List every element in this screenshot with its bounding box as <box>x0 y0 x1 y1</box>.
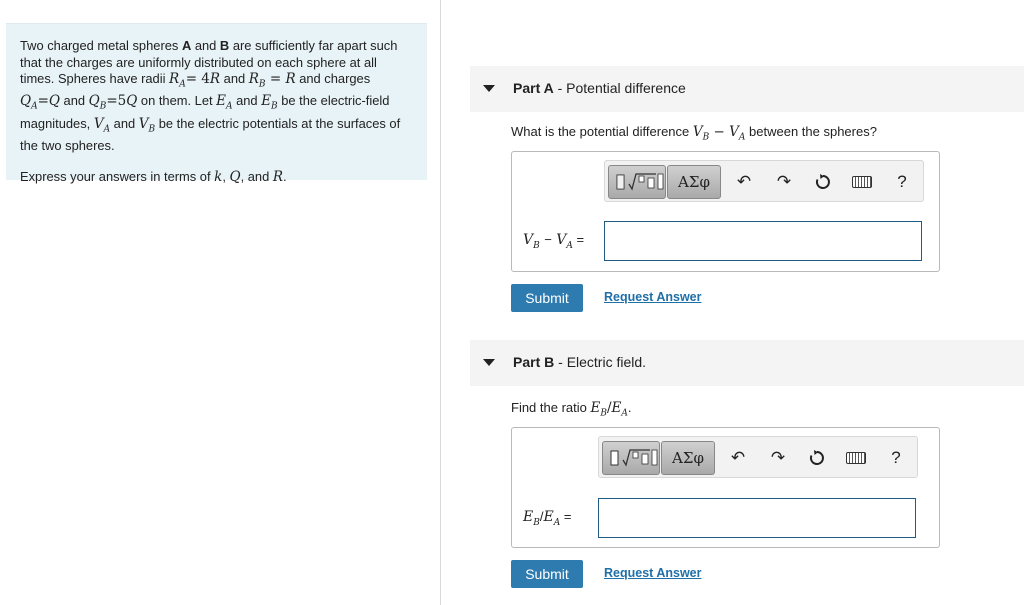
keyboard-icon[interactable] <box>852 176 872 188</box>
problem-text: Two charged metal spheres A and B are su… <box>20 38 401 154</box>
templates-icon <box>616 173 664 191</box>
keyboard-icon[interactable] <box>846 452 866 464</box>
collapse-triangle-icon[interactable] <box>483 85 495 92</box>
templates-button[interactable] <box>608 165 666 199</box>
problem-instructions: Express your answers in terms of k, Q, a… <box>20 168 287 185</box>
help-icon[interactable]: ? <box>891 171 913 193</box>
undo-icon[interactable]: ↶ <box>733 171 755 193</box>
parts-panel: Part A - Potential difference What is th… <box>442 0 1024 605</box>
reset-icon[interactable] <box>812 171 834 193</box>
part-b-question: Find the ratio EB/EA. <box>511 400 632 419</box>
help-icon[interactable]: ? <box>885 447 907 469</box>
part-b-answer-input[interactable] <box>598 498 916 538</box>
part-b-request-answer-link[interactable]: Request Answer <box>604 566 701 580</box>
math-toolbar: ΑΣφ ↶ ↷ ? <box>598 436 918 478</box>
redo-icon[interactable]: ↷ <box>767 447 789 469</box>
part-b-header[interactable]: Part B - Electric field. <box>470 340 1024 386</box>
part-b-equation-label: EB/EA = <box>523 509 572 528</box>
part-a-title: Part A - Potential difference <box>513 80 686 96</box>
redo-icon[interactable]: ↷ <box>773 171 795 193</box>
reset-icon[interactable] <box>806 447 828 469</box>
part-a-submit-button[interactable]: Submit <box>511 284 583 312</box>
part-a-equation-label: VB − VA = <box>523 232 585 251</box>
part-b-answer-box: ΑΣφ ↶ ↷ ? EB/EA = <box>511 427 940 548</box>
undo-icon[interactable]: ↶ <box>727 447 749 469</box>
templates-button[interactable] <box>602 441 660 475</box>
templates-icon <box>610 449 658 467</box>
part-b-title: Part B - Electric field. <box>513 354 647 370</box>
part-a-header[interactable]: Part A - Potential difference <box>470 66 1024 112</box>
part-b-submit-button[interactable]: Submit <box>511 560 583 588</box>
part-a-answer-box: ΑΣφ ↶ ↷ ? VB − VA = <box>511 151 940 272</box>
part-a-question: What is the potential difference VB − VA… <box>511 124 877 143</box>
part-a-request-answer-link[interactable]: Request Answer <box>604 290 701 304</box>
greek-symbols-button[interactable]: ΑΣφ <box>667 165 721 199</box>
greek-symbols-button[interactable]: ΑΣφ <box>661 441 715 475</box>
problem-statement: Two charged metal spheres A and B are su… <box>6 23 427 185</box>
problem-panel: Two charged metal spheres A and B are su… <box>0 0 441 605</box>
collapse-triangle-icon[interactable] <box>483 359 495 366</box>
part-a-answer-input[interactable] <box>604 221 922 261</box>
math-toolbar: ΑΣφ ↶ ↷ ? <box>604 160 924 202</box>
